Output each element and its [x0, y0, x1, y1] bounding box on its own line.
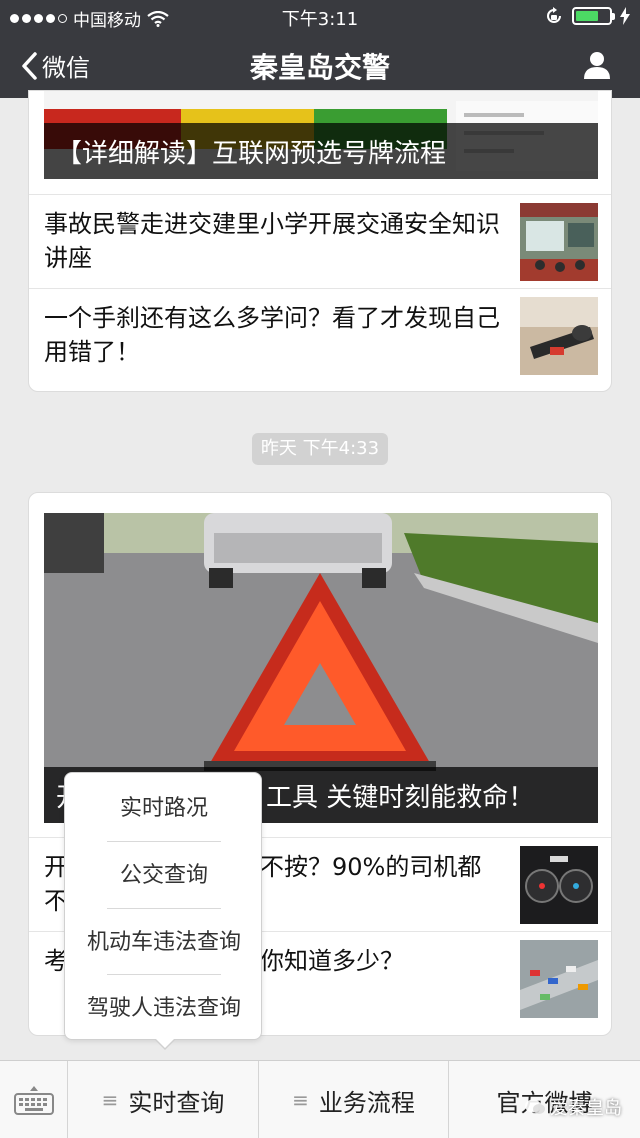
article-row[interactable]: 一个手刹还有这么多学问？看了才发现自己用错了！: [29, 288, 611, 382]
top-bar: 中国移动 下午3:11 微信 秦皇岛交警: [0, 0, 640, 98]
submenu-item-bus[interactable]: 公交查询: [65, 842, 263, 909]
rotation-lock-icon: [547, 7, 561, 23]
menu-tab-label: 实时查询: [128, 1088, 225, 1117]
popup-pointer: [154, 1038, 176, 1050]
article-thumbnail: [520, 203, 598, 281]
article-row[interactable]: 事故民警走进交建里小学开展交通安全知识讲座: [29, 194, 611, 288]
submenu-popup: 实时路况 公交查询 机动车违法查询 驾驶人违法查询: [64, 772, 263, 1050]
watermark: 爱秦皇岛: [524, 1094, 622, 1120]
article-thumbnail: [520, 297, 598, 375]
article-title: 一个手刹还有这么多学问？看了才发现自己用错了！: [44, 304, 500, 366]
submenu-item-driver-violation[interactable]: 驾驶人违法查询: [65, 975, 263, 1042]
menu-tab-label: 业务流程: [318, 1088, 415, 1117]
person-icon: [584, 52, 610, 79]
article-thumbnail: [520, 846, 598, 924]
profile-button[interactable]: [582, 50, 612, 84]
keyboard-icon: [13, 1086, 54, 1115]
charging-bolt-icon: [620, 7, 630, 25]
hero-caption-right: 工具 关键时刻能救命！: [266, 783, 535, 813]
watermark-text: 爱秦皇岛: [550, 1098, 622, 1119]
message-timestamp: 昨天 下午4:33: [252, 433, 388, 465]
submenu-item-traffic[interactable]: 实时路况: [65, 775, 263, 842]
article-thumbnail: [520, 940, 598, 1018]
article-title-right: 你知道多少？: [260, 947, 404, 975]
menu-lines-icon: ≡: [101, 1088, 119, 1112]
wechat-logo-icon: [525, 1099, 545, 1114]
nav-bar: 微信 秦皇岛交警: [0, 32, 640, 98]
article-title: 事故民警走进交建里小学开展交通安全知识讲座: [44, 210, 500, 272]
status-bar: 中国移动 下午3:11: [0, 0, 640, 32]
menu-tab-realtime-query[interactable]: ≡ 实时查询: [68, 1061, 259, 1138]
menu-lines-icon: ≡: [292, 1088, 309, 1112]
hero-caption-1: 【详细解读】互联网预选号牌流程: [44, 123, 598, 179]
battery-icon: [572, 7, 615, 25]
submenu-item-vehicle-violation[interactable]: 机动车违法查询: [65, 909, 263, 976]
article-card-1: 【详细解读】互联网预选号牌流程 事故民警走进交建里小学开展交通安全知识讲座 一个…: [28, 90, 612, 392]
menu-tab-business-process[interactable]: ≡ 业务流程: [259, 1061, 449, 1138]
page-title: 秦皇岛交警: [249, 51, 390, 84]
hero-article-1[interactable]: 【详细解读】互联网预选号牌流程: [44, 91, 598, 179]
article-title-right: 不按？90%的司机都: [260, 853, 482, 881]
keyboard-toggle-button[interactable]: [0, 1061, 68, 1138]
